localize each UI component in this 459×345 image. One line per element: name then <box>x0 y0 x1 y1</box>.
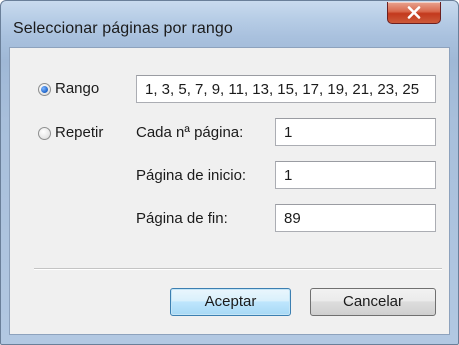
dialog-content: Rango 1, 3, 5, 7, 9, 11, 13, 15, 17, 19,… <box>9 47 450 335</box>
pagina-inicio-input[interactable]: 1 <box>275 161 436 189</box>
pagina-fin-input[interactable]: 89 <box>275 204 436 232</box>
pagina-inicio-label: Página de inicio: <box>136 167 247 184</box>
cada-pagina-input[interactable]: 1 <box>275 118 436 146</box>
radio-selected-dot <box>41 86 48 93</box>
dialog-title: Seleccionar páginas por rango <box>13 20 233 37</box>
separator <box>34 268 442 270</box>
rango-label[interactable]: Rango <box>55 80 99 97</box>
cada-pagina-label: Cada nª página: <box>136 124 244 141</box>
cancel-button[interactable]: Cancelar <box>310 288 436 316</box>
rango-radio[interactable] <box>38 83 51 96</box>
accept-button[interactable]: Aceptar <box>170 288 291 316</box>
close-icon <box>407 6 421 19</box>
pagina-fin-label: Página de fin: <box>136 210 228 227</box>
repetir-radio[interactable] <box>38 127 51 140</box>
rango-input[interactable]: 1, 3, 5, 7, 9, 11, 13, 15, 17, 19, 21, 2… <box>136 75 436 103</box>
close-button[interactable] <box>387 2 441 24</box>
repetir-label[interactable]: Repetir <box>55 124 103 141</box>
dialog-window: Seleccionar páginas por rango Rango 1, 3… <box>0 0 459 345</box>
title-bar[interactable]: Seleccionar páginas por rango <box>1 1 458 47</box>
